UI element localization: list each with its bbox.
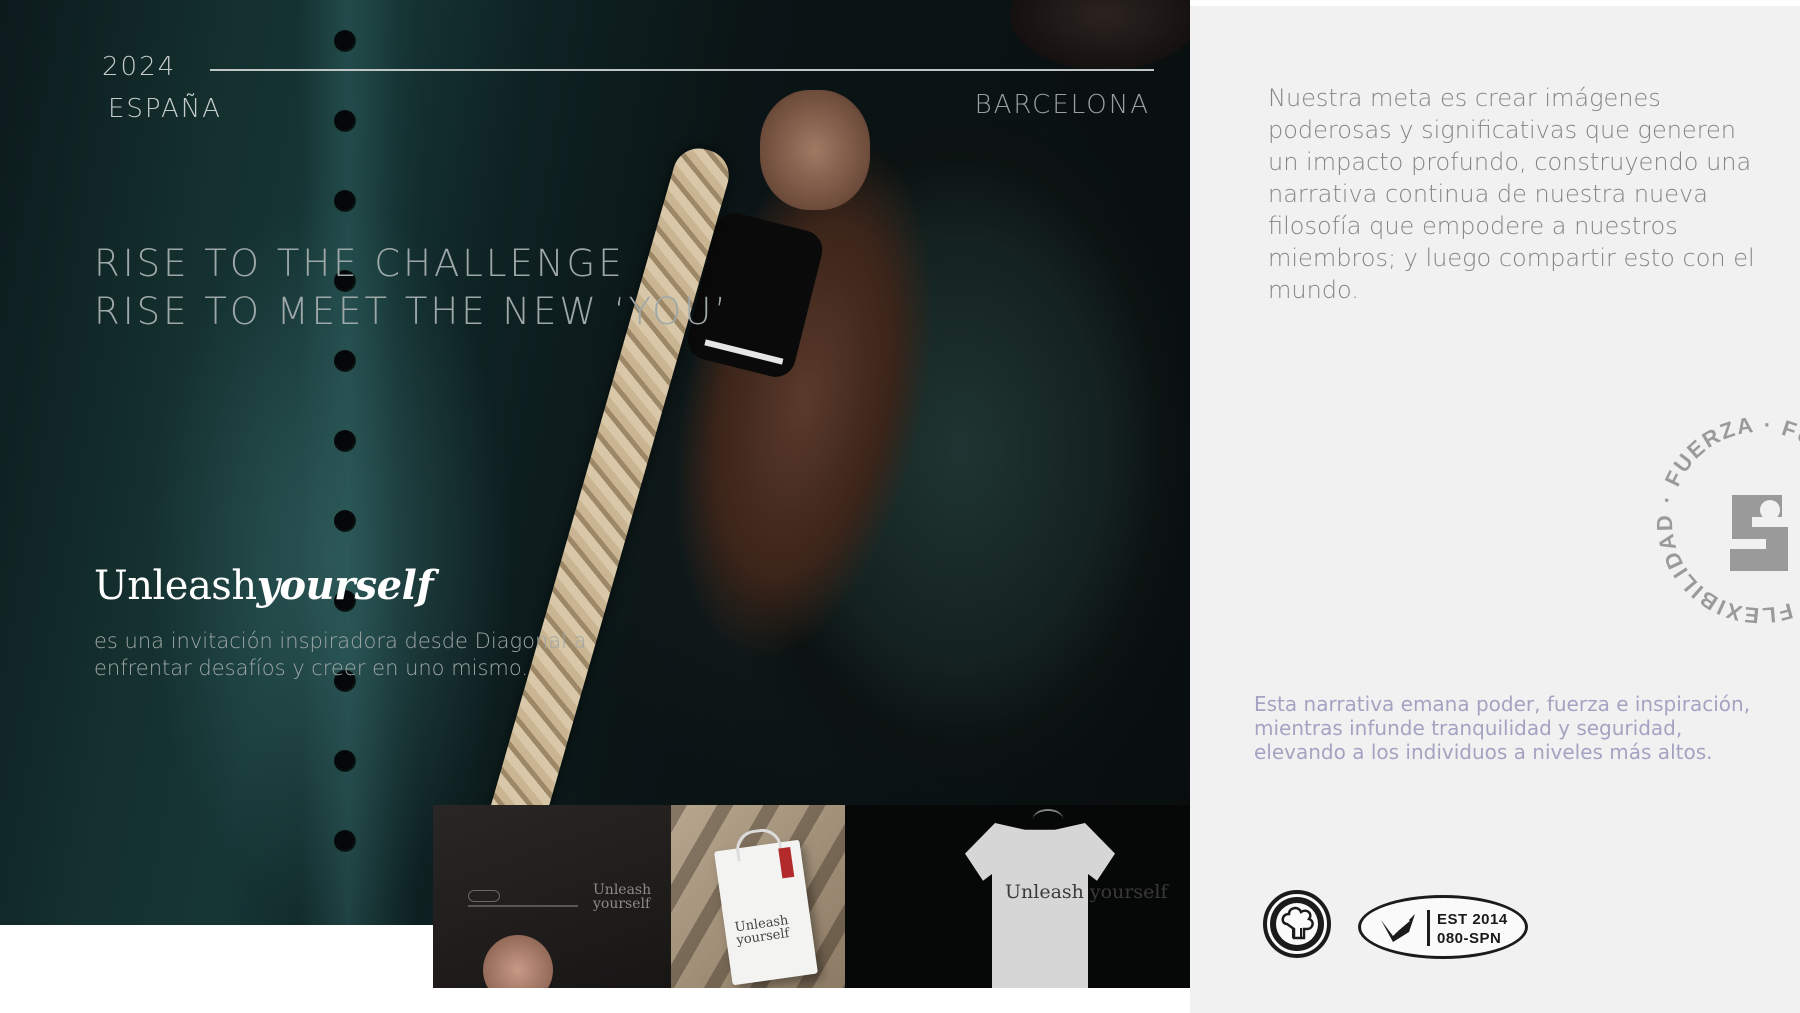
merch-shirt-photo: Unleash yourself [433, 805, 671, 988]
brand-bold: yourself [256, 562, 434, 609]
rivet [334, 190, 356, 212]
athlete-head [1010, 0, 1190, 70]
country-label: ESPAÑA [108, 94, 222, 124]
bag-print-text: Unleash yourself [733, 913, 791, 949]
year-label: 2024 [102, 52, 177, 82]
brain-tree-icon [1263, 890, 1331, 958]
rivet [334, 30, 356, 52]
tee-print-text: Unleash yourself [1005, 881, 1168, 903]
invitation-text: es una invitación inspiradora desde Diag… [94, 629, 587, 680]
badge-code-text: 080-SPN [1437, 930, 1502, 947]
circular-seal: FLEXIBILIDAD · FUERZA · FUERZA · [1640, 400, 1800, 640]
athlete-hand [760, 90, 870, 210]
header-rule [210, 69, 1154, 71]
rivet [334, 510, 356, 532]
s-monogram-icon [1730, 495, 1788, 571]
shirt-print-pill [468, 890, 500, 902]
shirt-print-line [468, 905, 578, 907]
hero-photo: 2024 ESPAÑA BARCELONA RISE TO THE CHALLE… [0, 0, 1190, 925]
merch-tee-photo: Unleash yourself [845, 805, 1190, 988]
rivet [334, 110, 356, 132]
rivet [334, 750, 356, 772]
steel-pillar [300, 0, 420, 925]
narrative-text: Esta narrativa emana poder, fuerza e ins… [1254, 692, 1751, 764]
mission-text: Nuestra meta es crear imágenes poderosas… [1268, 84, 1755, 304]
rivet [334, 430, 356, 452]
merch-bag-photo: Unleash yourself [671, 805, 845, 988]
shirt-print-text: Unleash yourself [593, 882, 652, 912]
city-label: BARCELONA [974, 90, 1150, 120]
hand-with-ring [483, 935, 553, 988]
shield-check-icon [1381, 914, 1415, 942]
hanger [1033, 809, 1063, 829]
brand-regular: Unleash [94, 563, 257, 609]
established-badge: EST 2014 080-SPN [1358, 895, 1528, 959]
brand-wordmark: Unleashyourself [94, 562, 434, 609]
svg-text:FLEXIBILIDAD · FUERZA · FUERZA: FLEXIBILIDAD · FUERZA · FUERZA · [1640, 400, 1800, 640]
seal-text: FLEXIBILIDAD · FUERZA · FUERZA · [1640, 400, 1800, 640]
badge-est-text: EST 2014 [1437, 911, 1508, 928]
headline-line-1: RISE TO THE CHALLENGE [94, 242, 625, 285]
headline-line-2: RISE TO MEET THE NEW ‘YOU’ [94, 290, 730, 333]
rivet [334, 830, 356, 852]
shopping-bag: Unleash yourself [714, 839, 818, 986]
t-shirt [965, 823, 1115, 988]
headline: RISE TO THE CHALLENGE RISE TO MEET THE N… [94, 240, 729, 336]
bag-tag [778, 847, 795, 879]
rivet [334, 350, 356, 372]
